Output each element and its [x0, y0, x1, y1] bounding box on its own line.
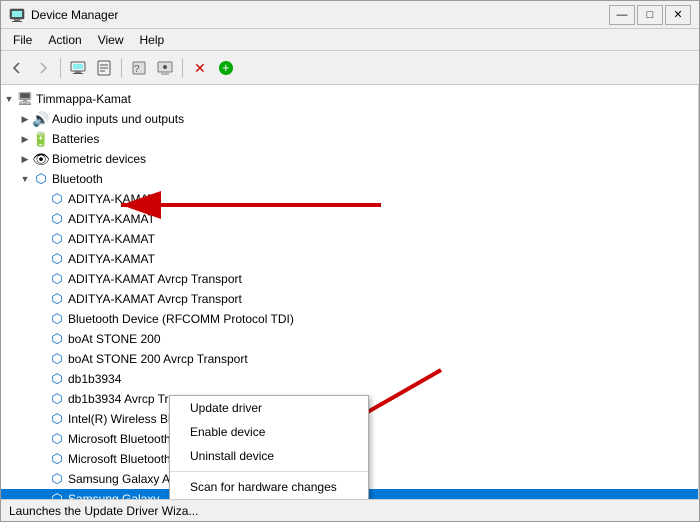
- bt11-icon: ⬡: [49, 411, 65, 427]
- ctx-enable-device[interactable]: Enable device: [170, 420, 368, 444]
- status-bar: Launches the Update Driver Wiza...: [1, 499, 699, 521]
- tree-root[interactable]: ▼ 🖥 Timmappa-Kamat: [1, 89, 698, 109]
- menu-bar: File Action View Help: [1, 29, 699, 51]
- bt-device-4[interactable]: ⬡ ADITYA-KAMAT Avrcp Transport: [1, 269, 698, 289]
- bt6-icon: ⬡: [49, 311, 65, 327]
- bt7-label: boAt STONE 200: [68, 332, 161, 346]
- maximize-button[interactable]: □: [637, 5, 663, 25]
- bt-device-6[interactable]: ⬡ Bluetooth Device (RFCOMM Protocol TDI): [1, 309, 698, 329]
- remove-device-btn[interactable]: ✕: [188, 56, 212, 80]
- bt8-icon: ⬡: [49, 351, 65, 367]
- bt5-label: ADITYA-KAMAT Avrcp Transport: [68, 292, 242, 306]
- scan-btn[interactable]: [153, 56, 177, 80]
- update-driver-btn[interactable]: ?: [127, 56, 151, 80]
- computer-icon: 🖥: [17, 91, 33, 107]
- bt4-label: ADITYA-KAMAT Avrcp Transport: [68, 272, 242, 286]
- bt1-label: ADITYA-KAMAT: [68, 212, 155, 226]
- status-text: Launches the Update Driver Wiza...: [9, 504, 198, 518]
- bt15-icon: ⬡: [49, 491, 65, 499]
- bluetooth-expander[interactable]: ▼: [17, 171, 33, 187]
- bt-device-8[interactable]: ⬡ boAt STONE 200 Avrcp Transport: [1, 349, 698, 369]
- device-tree[interactable]: ▼ 🖥 Timmappa-Kamat ▶ 🔊 Audio inputs und …: [1, 85, 699, 499]
- bluetooth-icon: ⬡: [33, 171, 49, 187]
- bt4-icon: ⬡: [49, 271, 65, 287]
- context-menu: Update driver Enable device Uninstall de…: [169, 395, 369, 499]
- audio-icon: 🔊: [33, 111, 49, 127]
- bt12-icon: ⬡: [49, 431, 65, 447]
- bt5-icon: ⬡: [49, 291, 65, 307]
- menu-view[interactable]: View: [90, 31, 132, 49]
- bt-device-3[interactable]: ⬡ ADITYA-KAMAT: [1, 249, 698, 269]
- toolbar-separator-1: [60, 58, 61, 78]
- tree-batteries[interactable]: ▶ 🔋 Batteries: [1, 129, 698, 149]
- bluetooth-label: Bluetooth: [52, 172, 103, 186]
- bt9-icon: ⬡: [49, 371, 65, 387]
- app-icon: [9, 7, 25, 23]
- batteries-icon: 🔋: [33, 131, 49, 147]
- main-area: ▼ 🖥 Timmappa-Kamat ▶ 🔊 Audio inputs und …: [1, 85, 699, 499]
- bt-device-5[interactable]: ⬡ ADITYA-KAMAT Avrcp Transport: [1, 289, 698, 309]
- ctx-scan[interactable]: Scan for hardware changes: [170, 475, 368, 499]
- bt0-label: ADITYA-KAMAT: [68, 192, 155, 206]
- bt-device-1[interactable]: ⬡ ADITYA-KAMAT: [1, 209, 698, 229]
- bt-device-9[interactable]: ⬡ db1b3934: [1, 369, 698, 389]
- audio-label: Audio inputs und outputs: [52, 112, 184, 126]
- bt-device-7[interactable]: ⬡ boAt STONE 200: [1, 329, 698, 349]
- menu-action[interactable]: Action: [40, 31, 89, 49]
- tree-audio[interactable]: ▶ 🔊 Audio inputs und outputs: [1, 109, 698, 129]
- bt9-label: db1b3934: [68, 372, 121, 386]
- title-bar: Device Manager — □ ✕: [1, 1, 699, 29]
- tree-bluetooth[interactable]: ▼ ⬡ Bluetooth: [1, 169, 698, 189]
- bt14-icon: ⬡: [49, 471, 65, 487]
- bt0-expander: [33, 191, 49, 207]
- ctx-uninstall-device[interactable]: Uninstall device: [170, 444, 368, 468]
- bt0-icon: ⬡: [49, 191, 65, 207]
- toolbar-separator-3: [182, 58, 183, 78]
- menu-help[interactable]: Help: [132, 31, 173, 49]
- device-manager-window: Device Manager — □ ✕ File Action View He…: [0, 0, 700, 522]
- bt15-label: Samsung Galaxy ...: [68, 492, 173, 499]
- tree-biometric[interactable]: ▶ 👁 Biometric devices: [1, 149, 698, 169]
- bt-device-2[interactable]: ⬡ ADITYA-KAMAT: [1, 229, 698, 249]
- bt2-icon: ⬡: [49, 231, 65, 247]
- toolbar: ? ✕ +: [1, 51, 699, 85]
- root-label: Timmappa-Kamat: [36, 92, 131, 106]
- biometric-label: Biometric devices: [52, 152, 146, 166]
- audio-expander[interactable]: ▶: [17, 111, 33, 127]
- window-title: Device Manager: [31, 8, 609, 22]
- bt10-icon: ⬡: [49, 391, 65, 407]
- bt2-label: ADITYA-KAMAT: [68, 232, 155, 246]
- menu-file[interactable]: File: [5, 31, 40, 49]
- batteries-expander[interactable]: ▶: [17, 131, 33, 147]
- svg-text:?: ?: [134, 64, 140, 75]
- bt1-icon: ⬡: [49, 211, 65, 227]
- properties-icon-btn[interactable]: [92, 56, 116, 80]
- bt7-icon: ⬡: [49, 331, 65, 347]
- bt8-label: boAt STONE 200 Avrcp Transport: [68, 352, 248, 366]
- svg-text:✕: ✕: [194, 60, 206, 76]
- batteries-label: Batteries: [52, 132, 99, 146]
- ctx-separator: [170, 471, 368, 472]
- toolbar-separator-2: [121, 58, 122, 78]
- bt6-label: Bluetooth Device (RFCOMM Protocol TDI): [68, 312, 294, 326]
- forward-button[interactable]: [31, 56, 55, 80]
- root-expander[interactable]: ▼: [1, 91, 17, 107]
- biometric-expander[interactable]: ▶: [17, 151, 33, 167]
- bt13-icon: ⬡: [49, 451, 65, 467]
- computer-icon-btn[interactable]: [66, 56, 90, 80]
- bt3-label: ADITYA-KAMAT: [68, 252, 155, 266]
- add-device-btn[interactable]: +: [214, 56, 238, 80]
- biometric-icon: 👁: [33, 151, 49, 167]
- minimize-button[interactable]: —: [609, 5, 635, 25]
- close-button[interactable]: ✕: [665, 5, 691, 25]
- svg-text:+: +: [222, 60, 230, 75]
- bt3-icon: ⬡: [49, 251, 65, 267]
- window-controls: — □ ✕: [609, 5, 691, 25]
- bt-device-0[interactable]: ⬡ ADITYA-KAMAT: [1, 189, 698, 209]
- back-button[interactable]: [5, 56, 29, 80]
- ctx-update-driver[interactable]: Update driver: [170, 396, 368, 420]
